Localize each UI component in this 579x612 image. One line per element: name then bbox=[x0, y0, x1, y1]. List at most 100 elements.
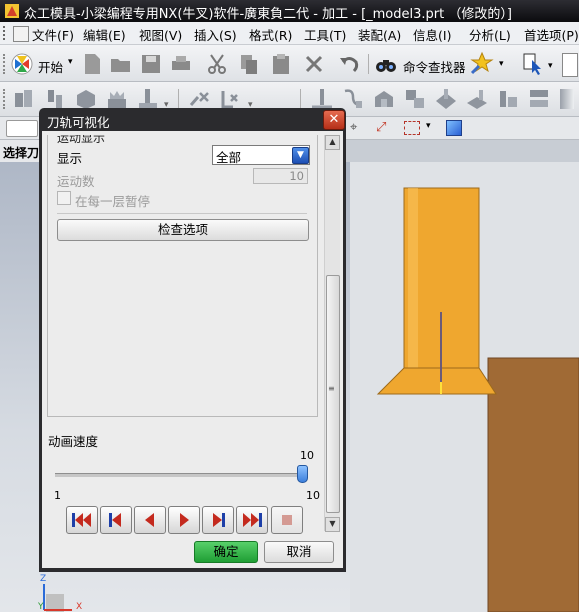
animation-speed-label: 动画速度 bbox=[48, 434, 99, 449]
selection-label: 选择刀 bbox=[3, 146, 40, 160]
pause-each-layer-label: 在每一层暂停 bbox=[75, 194, 151, 209]
motion-count-label: 运动数 bbox=[57, 174, 95, 189]
toolbar-overflow-icon[interactable] bbox=[560, 89, 574, 109]
step-back-button[interactable] bbox=[100, 506, 132, 534]
axis-x-label: X bbox=[76, 602, 83, 612]
scrollbar-thumb[interactable] bbox=[326, 275, 340, 513]
pause-each-layer-checkbox bbox=[57, 191, 71, 205]
save-icon[interactable] bbox=[139, 52, 163, 76]
menu-bar: 文件(F) 编辑(E) 视图(V) 插入(S) 格式(R) 工具(T) 装配(A… bbox=[0, 22, 579, 45]
motion-count-field: 10 bbox=[253, 168, 308, 184]
toolbar-grip bbox=[3, 54, 7, 74]
fast-forward-button[interactable] bbox=[236, 506, 268, 534]
undo-icon[interactable] bbox=[337, 52, 361, 76]
rewind-to-start-button[interactable] bbox=[66, 506, 98, 534]
start-dropdown-icon: ▾ bbox=[68, 57, 73, 67]
dialog-body: 运动显示 显示 全部 ▼ 运动数 10 在每一层暂停 检查选项 动画速度 10 … bbox=[42, 131, 343, 568]
cut-icon[interactable] bbox=[205, 52, 229, 76]
menu-insert[interactable]: 插入(S) bbox=[194, 25, 237, 44]
step-forward-button[interactable] bbox=[202, 506, 234, 534]
play-reverse-button[interactable] bbox=[134, 506, 166, 534]
display-select[interactable]: 全部 ▼ bbox=[212, 145, 310, 165]
animation-speed-slider[interactable] bbox=[55, 465, 308, 487]
cube-view-icon[interactable] bbox=[446, 120, 462, 136]
menu-format[interactable]: 格式(R) bbox=[249, 25, 292, 44]
nx-app-icon bbox=[4, 3, 20, 19]
menu-edit[interactable]: 编辑(E) bbox=[83, 25, 126, 44]
scroll-up-icon[interactable]: ▲ bbox=[325, 135, 340, 150]
rectangle-select-icon[interactable] bbox=[404, 121, 420, 135]
binoculars-icon bbox=[374, 52, 398, 76]
select-dropdown-icon[interactable]: ▾ bbox=[426, 121, 431, 131]
menu-file[interactable]: 文件(F) bbox=[13, 25, 74, 44]
check-options-button[interactable]: 检查选项 bbox=[57, 219, 309, 241]
transform-object-icon[interactable] bbox=[434, 87, 458, 111]
slider-thumb[interactable] bbox=[297, 465, 308, 483]
display-label: 显示 bbox=[57, 151, 83, 166]
command-finder-label: 命令查找器 bbox=[403, 60, 466, 75]
type-filter-field[interactable] bbox=[6, 120, 38, 137]
start-button[interactable]: 开始 ▾ bbox=[10, 51, 76, 77]
motion-display-group: 运动显示 显示 全部 ▼ 运动数 10 在每一层暂停 检查选项 bbox=[47, 135, 318, 417]
stop-button[interactable] bbox=[271, 506, 303, 534]
output-cls-icon[interactable] bbox=[403, 87, 427, 111]
workpiece-icon[interactable] bbox=[527, 87, 551, 111]
axis-z-label: Z bbox=[40, 574, 47, 584]
shop-docs-icon[interactable] bbox=[341, 87, 365, 111]
model-graphics bbox=[376, 187, 579, 612]
menu-view[interactable]: 视图(V) bbox=[139, 25, 182, 44]
feed-speed-icon[interactable] bbox=[465, 87, 489, 111]
dialog-title: 刀轨可视化 bbox=[47, 115, 110, 130]
dialog-scrollbar[interactable]: ▲ ≡ ▼ bbox=[324, 135, 340, 532]
menubar-grip bbox=[3, 26, 7, 40]
menu-information[interactable]: 信息(I) bbox=[413, 25, 451, 44]
new-file-icon[interactable] bbox=[80, 52, 104, 76]
play-icon bbox=[180, 513, 189, 527]
info-cursor-icon[interactable] bbox=[520, 51, 544, 75]
open-folder-icon[interactable] bbox=[109, 52, 133, 76]
motion-display-section-heading: 运动显示 bbox=[57, 135, 106, 145]
stop-icon bbox=[282, 515, 292, 525]
stock-block bbox=[487, 357, 579, 612]
step-forward-icon bbox=[213, 513, 225, 527]
toolbar-separator bbox=[178, 89, 180, 109]
toolbar-overflow-icon[interactable] bbox=[562, 53, 578, 77]
copy-icon[interactable] bbox=[237, 52, 261, 76]
menu-analysis[interactable]: 分析(L) bbox=[469, 25, 511, 44]
selection-label-bar: 选择刀 bbox=[0, 140, 40, 162]
scrollbar-grip-icon: ≡ bbox=[328, 384, 335, 393]
snap-point-icon[interactable]: ⌖ bbox=[350, 120, 357, 135]
scroll-down-icon[interactable]: ▼ bbox=[325, 517, 340, 532]
info-dropdown-icon[interactable]: ▾ bbox=[548, 61, 553, 71]
ok-button[interactable]: 确定 bbox=[194, 541, 258, 563]
axis-y-label: Y bbox=[38, 602, 44, 612]
create-program-icon[interactable] bbox=[12, 87, 36, 111]
close-icon[interactable]: ✕ bbox=[323, 110, 345, 130]
snap-arc-icon[interactable]: ⤢ bbox=[376, 120, 386, 135]
toolbar-grip bbox=[3, 89, 7, 109]
menu-preferences[interactable]: 首选项(P) bbox=[524, 25, 579, 44]
skip-to-end-icon bbox=[243, 513, 262, 527]
tool-flange bbox=[376, 367, 497, 395]
star-wand-icon[interactable] bbox=[470, 51, 494, 75]
start-label: 开始 bbox=[38, 60, 64, 75]
file-menu-icon bbox=[13, 26, 29, 42]
tool-path-list-icon[interactable] bbox=[372, 87, 396, 111]
cancel-button[interactable]: 取消 bbox=[264, 541, 334, 563]
toolbar-separator bbox=[300, 89, 302, 109]
menu-assembly[interactable]: 装配(A) bbox=[358, 25, 401, 44]
play-button[interactable] bbox=[168, 506, 200, 534]
chevron-down-icon[interactable]: ▼ bbox=[292, 147, 309, 164]
paste-icon[interactable] bbox=[269, 52, 293, 76]
print-icon[interactable] bbox=[169, 52, 193, 76]
speed-max-label: 10 bbox=[306, 489, 320, 502]
machine-tool-icon[interactable] bbox=[496, 87, 520, 111]
display-select-value: 全部 bbox=[216, 150, 242, 165]
standard-toolbar: 开始 ▾ 命令查找器 ▾ ▾ bbox=[0, 45, 579, 82]
menu-tools[interactable]: 工具(T) bbox=[304, 25, 346, 44]
start-logo-icon bbox=[10, 52, 34, 76]
star-wand-dropdown-icon[interactable]: ▾ bbox=[499, 59, 504, 69]
command-finder-button[interactable]: 命令查找器 bbox=[374, 51, 466, 77]
delete-icon[interactable] bbox=[302, 52, 326, 76]
window-titlebar: 众工模具-小梁编程专用NX(牛叉)软件-廣東負二代 - 加工 - [_model… bbox=[0, 0, 579, 22]
